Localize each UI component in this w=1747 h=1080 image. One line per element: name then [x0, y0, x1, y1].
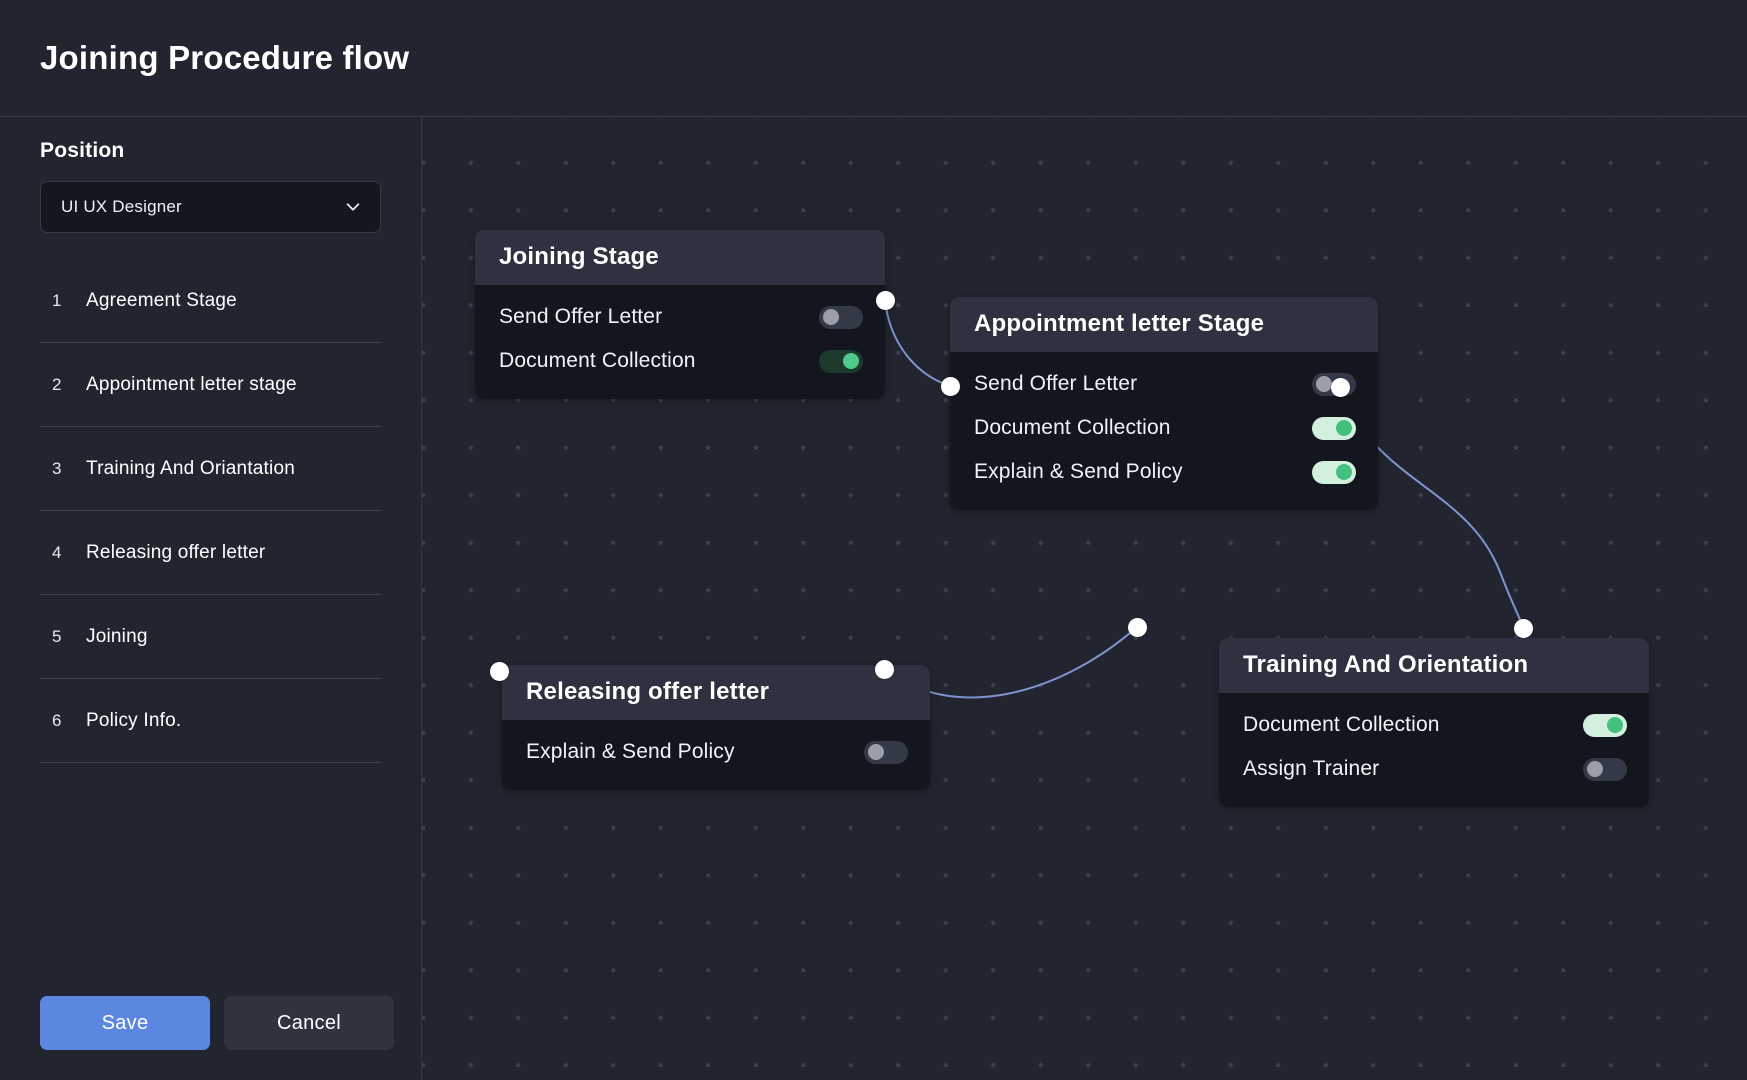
flow-node-title: Training And Orientation [1219, 638, 1649, 693]
sidebar: Position UI UX Designer 1Agreement Stage… [0, 117, 422, 1080]
app-root: Joining Procedure flow Position UI UX De… [0, 0, 1747, 1080]
toggle-knob [843, 353, 859, 369]
appointment-stage-input-port[interactable] [941, 377, 960, 396]
training-stage-right-port[interactable] [1514, 619, 1533, 638]
toggle-switch[interactable] [864, 741, 908, 764]
sidebar-stage-item[interactable]: 3Training And Oriantation [40, 427, 381, 511]
flow-node-body-wrap: Releasing offer letter Explain & Send Pol… [502, 665, 930, 790]
flow-node-row-label: Explain & Send Policy [526, 740, 735, 764]
page-title: Joining Procedure flow [40, 39, 409, 77]
flow-node-row-label: Assign Trainer [1243, 757, 1379, 781]
toggle-switch[interactable] [1312, 417, 1356, 440]
save-button[interactable]: Save [40, 996, 210, 1050]
sidebar-spacer [40, 763, 381, 986]
toggle-switch[interactable] [1583, 714, 1627, 737]
flow-node-body-wrap: Appointment letter StageSend Offer Lette… [950, 297, 1378, 510]
flow-node-title: Releasing offer letter [502, 665, 930, 720]
sidebar-actions: Save Cancel [40, 986, 381, 1080]
flow-canvas[interactable]: Joining Stage Send Offer Letter Document C… [422, 117, 1747, 1080]
cancel-button[interactable]: Cancel [224, 996, 394, 1050]
toggle-switch[interactable] [1312, 461, 1356, 484]
edge-joining-to-appointment [885, 300, 950, 386]
sidebar-stage-item[interactable]: 5Joining [40, 595, 381, 679]
joining-stage-output-port[interactable] [876, 291, 895, 310]
toggle-switch[interactable] [819, 350, 863, 373]
flow-node-title: Appointment letter Stage [950, 297, 1378, 352]
flow-node-training-and-orientation[interactable]: Training And OrientationDocument Collect… [1219, 638, 1649, 807]
sidebar-stage-number: 1 [52, 291, 86, 311]
toggle-knob [1336, 464, 1352, 480]
flow-node-row-label: Document Collection [974, 416, 1171, 440]
toggle-knob [823, 309, 839, 325]
flow-node-rows: Document Collection Assign Trainer [1219, 693, 1649, 807]
page-header: Joining Procedure flow [0, 0, 1747, 117]
flow-node-row-label: Document Collection [1243, 713, 1440, 737]
flow-node-row: Document Collection [1243, 703, 1627, 747]
toggle-knob [1587, 761, 1603, 777]
flow-node-rows: Send Offer Letter Document Collection [475, 285, 885, 399]
flow-node-row: Send Offer Letter [499, 295, 863, 339]
flow-node-row: Explain & Send Policy [526, 730, 908, 774]
flow-node-releasing-offer-letter[interactable]: Releasing offer letter Explain & Send Pol… [502, 665, 930, 790]
position-label: Position [40, 139, 381, 163]
sidebar-stage-item[interactable]: 2Appointment letter stage [40, 343, 381, 427]
sidebar-stage-item[interactable]: 4Releasing offer letter [40, 511, 381, 595]
flow-node-rows: Explain & Send Policy [502, 720, 930, 790]
toggle-knob [868, 744, 884, 760]
sidebar-stage-number: 5 [52, 627, 86, 647]
releasing-offer-letter-input-port[interactable] [490, 662, 509, 681]
flow-node-title: Joining Stage [475, 230, 885, 285]
toggle-knob [1316, 376, 1332, 392]
flow-node-appointment-letter-stage[interactable]: Appointment letter StageSend Offer Lette… [950, 297, 1378, 510]
sidebar-stage-number: 6 [52, 711, 86, 731]
flow-node-body-wrap: Training And OrientationDocument Collect… [1219, 638, 1649, 807]
flow-node-row: Explain & Send Policy [974, 450, 1356, 494]
flow-node-joining-stage[interactable]: Joining Stage Send Offer Letter Document C… [475, 230, 885, 399]
toggle-knob [1336, 420, 1352, 436]
sidebar-stage-label: Appointment letter stage [86, 374, 297, 396]
flow-node-row-label: Send Offer Letter [974, 372, 1137, 396]
page-body: Position UI UX Designer 1Agreement Stage… [0, 117, 1747, 1080]
flow-node-row: Document Collection [974, 406, 1356, 450]
toggle-switch[interactable] [819, 306, 863, 329]
sidebar-stage-number: 3 [52, 459, 86, 479]
flow-node-row-label: Explain & Send Policy [974, 460, 1183, 484]
toggle-knob [1607, 717, 1623, 733]
sidebar-stage-label: Policy Info. [86, 710, 181, 732]
chevron-down-icon [344, 198, 362, 216]
sidebar-stage-label: Training And Oriantation [86, 458, 295, 480]
sidebar-stage-item[interactable]: 6Policy Info. [40, 679, 381, 763]
sidebar-stage-label: Releasing offer letter [86, 542, 265, 564]
sidebar-stage-item[interactable]: 1Agreement Stage [40, 259, 381, 343]
flow-node-row-label: Document Collection [499, 349, 696, 373]
sidebar-stage-number: 2 [52, 375, 86, 395]
toggle-switch[interactable] [1583, 758, 1627, 781]
flow-node-body-wrap: Joining Stage Send Offer Letter Document C… [475, 230, 885, 399]
position-select-value: UI UX Designer [61, 197, 182, 217]
flow-node-row: Send Offer Letter [974, 362, 1356, 406]
flow-node-row: Document Collection [499, 339, 863, 383]
flow-node-row-label: Send Offer Letter [499, 305, 662, 329]
flow-node-rows: Send Offer Letter Document Collection Expl… [950, 352, 1378, 510]
appointment-stage-output-port[interactable] [1331, 378, 1350, 397]
sidebar-stage-label: Agreement Stage [86, 290, 237, 312]
sidebar-stage-number: 4 [52, 543, 86, 563]
position-select[interactable]: UI UX Designer [40, 181, 381, 233]
sidebar-stage-label: Joining [86, 626, 148, 648]
stage-list: 1Agreement Stage2Appointment letter stag… [40, 259, 381, 763]
training-stage-input-port[interactable] [1128, 618, 1147, 637]
flow-node-row: Assign Trainer [1243, 747, 1627, 791]
releasing-offer-letter-output-port[interactable] [875, 660, 894, 679]
